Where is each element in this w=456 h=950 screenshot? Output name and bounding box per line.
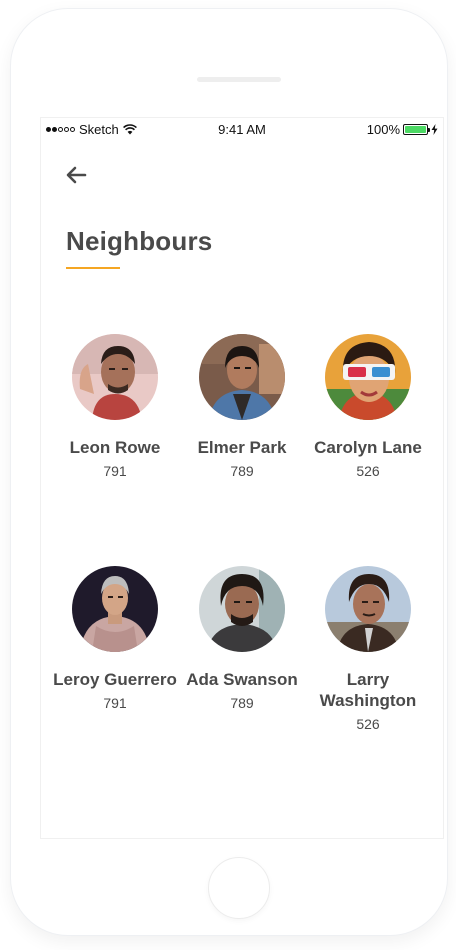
status-bar: Sketch 9:41 AM 100% <box>41 118 443 140</box>
avatar <box>325 334 411 420</box>
neighbour-count: 791 <box>103 463 127 479</box>
neighbour-count: 789 <box>230 695 254 711</box>
neighbour-name: Leon Rowe <box>69 438 161 457</box>
avatar <box>325 566 411 652</box>
phone-frame: Sketch 9:41 AM 100% Neighbours Leon Rowe… <box>10 8 448 936</box>
neighbour-count: 791 <box>103 695 127 711</box>
neighbour-card[interactable]: Elmer Park 789 <box>179 334 305 480</box>
app-screen: Sketch 9:41 AM 100% Neighbours Leon Rowe… <box>40 117 444 839</box>
status-right: 100% <box>367 122 438 137</box>
avatar <box>72 566 158 652</box>
neighbour-card[interactable]: Carolyn Lane 526 <box>305 334 431 480</box>
page-title: Neighbours <box>66 226 213 256</box>
phone-speaker <box>197 77 281 82</box>
neighbour-card[interactable]: Larry Washington 526 <box>305 566 431 733</box>
home-button[interactable] <box>208 857 270 919</box>
neighbour-count: 526 <box>356 463 380 479</box>
neighbour-name: Ada Swanson <box>186 670 298 689</box>
neighbour-name: Leroy Guerrero <box>53 670 177 689</box>
charging-bolt-icon <box>431 124 438 135</box>
title-underline <box>66 267 120 269</box>
avatar <box>199 334 285 420</box>
neighbour-card[interactable]: Leroy Guerrero 791 <box>52 566 178 712</box>
back-button[interactable] <box>61 162 91 188</box>
neighbour-name: Carolyn Lane <box>314 438 422 457</box>
neighbour-name: Larry Washington <box>319 670 417 710</box>
neighbour-card[interactable]: Ada Swanson 789 <box>179 566 305 712</box>
neighbour-count: 789 <box>230 463 254 479</box>
battery-percentage: 100% <box>366 122 400 137</box>
avatar <box>199 566 285 652</box>
neighbour-card[interactable]: Leon Rowe 791 <box>52 334 178 480</box>
arrow-left-icon <box>66 166 87 184</box>
neighbour-count: 526 <box>356 716 380 732</box>
avatar <box>72 334 158 420</box>
neighbour-name: Elmer Park <box>197 438 287 457</box>
battery-icon <box>403 124 430 135</box>
